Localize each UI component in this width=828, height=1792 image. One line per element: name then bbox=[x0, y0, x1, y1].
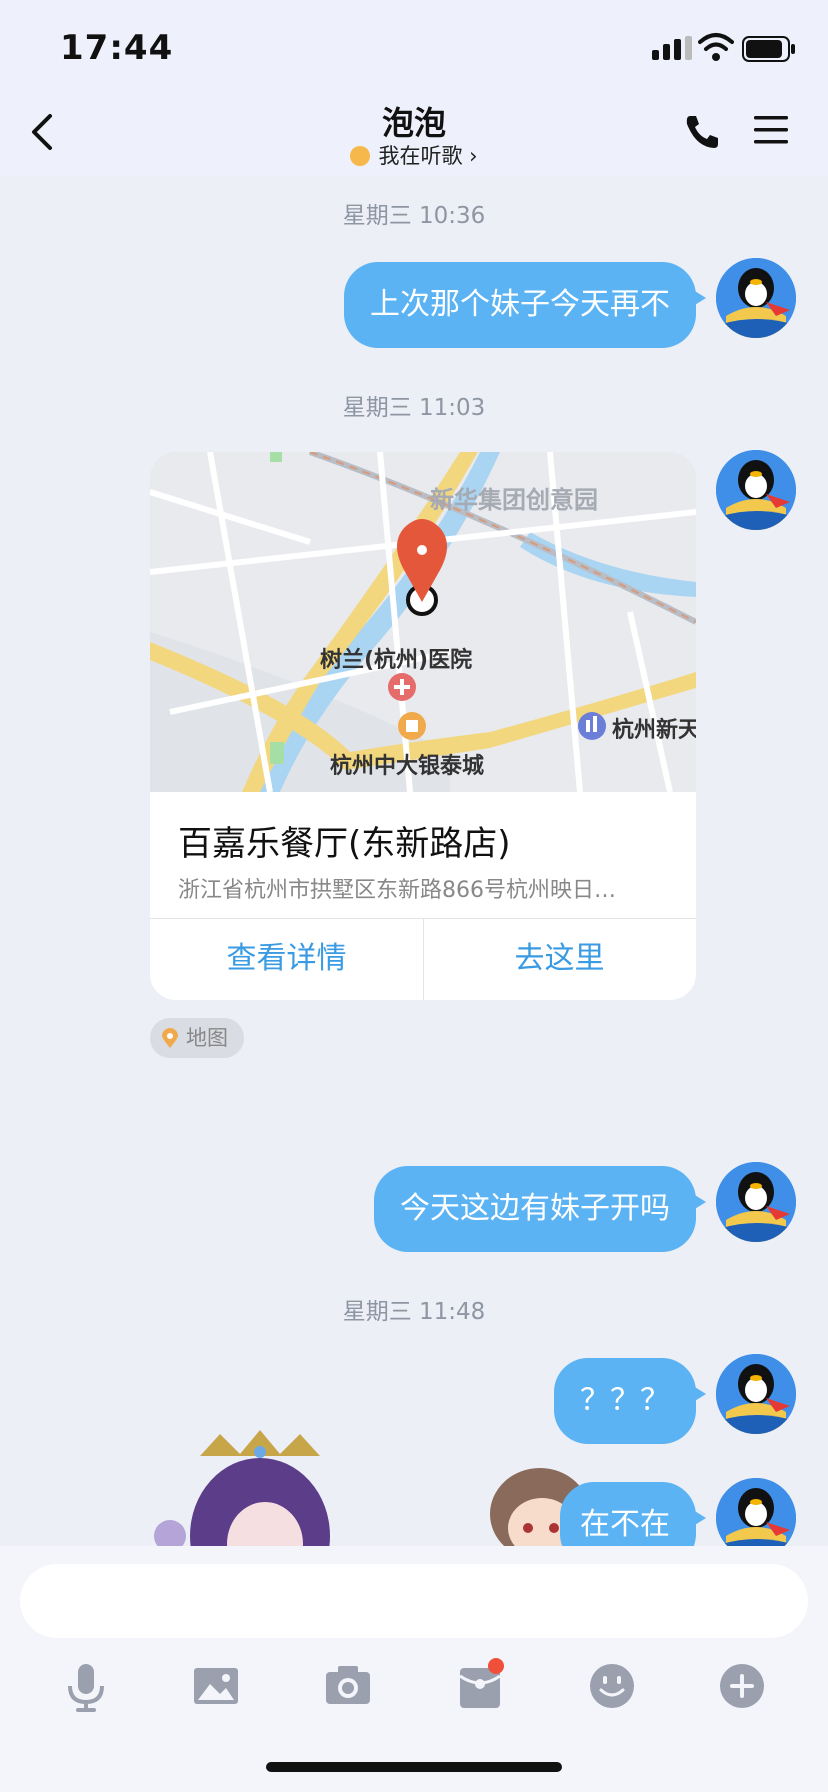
message-input[interactable] bbox=[20, 1564, 808, 1638]
my-avatar[interactable] bbox=[716, 1478, 796, 1546]
map-label: 杭州新天 bbox=[612, 718, 696, 743]
outgoing-message[interactable]: 上次那个妹子今天再不 bbox=[344, 262, 706, 348]
location-pin-icon bbox=[162, 1028, 178, 1048]
map-source-tag[interactable]: 地图 bbox=[150, 1018, 244, 1058]
navigate-here-button[interactable]: 去这里 bbox=[423, 918, 696, 1000]
timestamp: 星期三 10:36 bbox=[342, 203, 486, 229]
composer bbox=[0, 1546, 828, 1792]
penguin-avatar-icon bbox=[716, 450, 796, 530]
emoji-icon[interactable] bbox=[584, 1658, 640, 1714]
mic-icon[interactable] bbox=[58, 1658, 114, 1714]
penguin-avatar-icon bbox=[716, 1354, 796, 1434]
music-emoji-icon bbox=[350, 146, 371, 166]
status-bar: 17:44 bbox=[0, 0, 828, 96]
timestamp: 星期三 11:03 bbox=[342, 395, 486, 421]
penguin-avatar-icon bbox=[716, 258, 796, 338]
battery-icon bbox=[742, 36, 795, 62]
anime-girl-sticker bbox=[154, 1430, 330, 1546]
my-avatar[interactable] bbox=[716, 1162, 796, 1242]
my-avatar[interactable] bbox=[716, 1354, 796, 1434]
penguin-avatar-icon bbox=[716, 1478, 796, 1546]
phone-call-icon[interactable] bbox=[682, 112, 722, 152]
view-details-button[interactable]: 查看详情 bbox=[150, 918, 423, 1000]
home-indicator[interactable] bbox=[266, 1762, 562, 1772]
map-label: 杭州中大银泰城 bbox=[330, 754, 485, 779]
chat-header: 泡泡 我在听歌 › bbox=[0, 96, 828, 176]
penguin-avatar-icon bbox=[716, 1162, 796, 1242]
place-address: 浙江省杭州市拱墅区东新路866号杭州映日… bbox=[178, 878, 616, 903]
red-packet-icon[interactable] bbox=[452, 1658, 508, 1714]
status-time: 17:44 bbox=[60, 28, 174, 68]
outgoing-message[interactable]: 今天这边有妹子开吗 bbox=[374, 1166, 706, 1252]
timestamp: 星期三 11:48 bbox=[342, 1299, 486, 1325]
my-avatar[interactable] bbox=[716, 258, 796, 338]
my-avatar[interactable] bbox=[716, 450, 796, 530]
camera-icon[interactable] bbox=[320, 1658, 376, 1714]
plus-icon[interactable] bbox=[714, 1658, 770, 1714]
outgoing-message[interactable]: 在不在 bbox=[560, 1482, 706, 1546]
status-text: 我在听歌 › bbox=[378, 144, 478, 168]
cellular-signal-icon bbox=[652, 36, 692, 60]
wifi-icon bbox=[698, 33, 734, 61]
more-menu-icon[interactable] bbox=[752, 112, 790, 148]
place-name: 百嘉乐餐厅(东新路店) bbox=[178, 824, 511, 864]
outgoing-message[interactable]: ？？？ bbox=[554, 1358, 706, 1444]
image-icon[interactable] bbox=[188, 1658, 244, 1714]
message-list[interactable]: 星期三 10:36 上次那个妹子今天再不 星期三 11:03 新华集团创意园 树… bbox=[0, 176, 828, 1546]
map-tag-label: 地图 bbox=[186, 1026, 228, 1050]
location-card[interactable]: 新华集团创意园 树兰(杭州)医院 杭州中大银泰城 杭州新天 百嘉乐餐厅(东新路店… bbox=[150, 452, 696, 1000]
map-label: 新华集团创意园 bbox=[430, 486, 598, 514]
map-label: 树兰(杭州)医院 bbox=[320, 648, 473, 673]
